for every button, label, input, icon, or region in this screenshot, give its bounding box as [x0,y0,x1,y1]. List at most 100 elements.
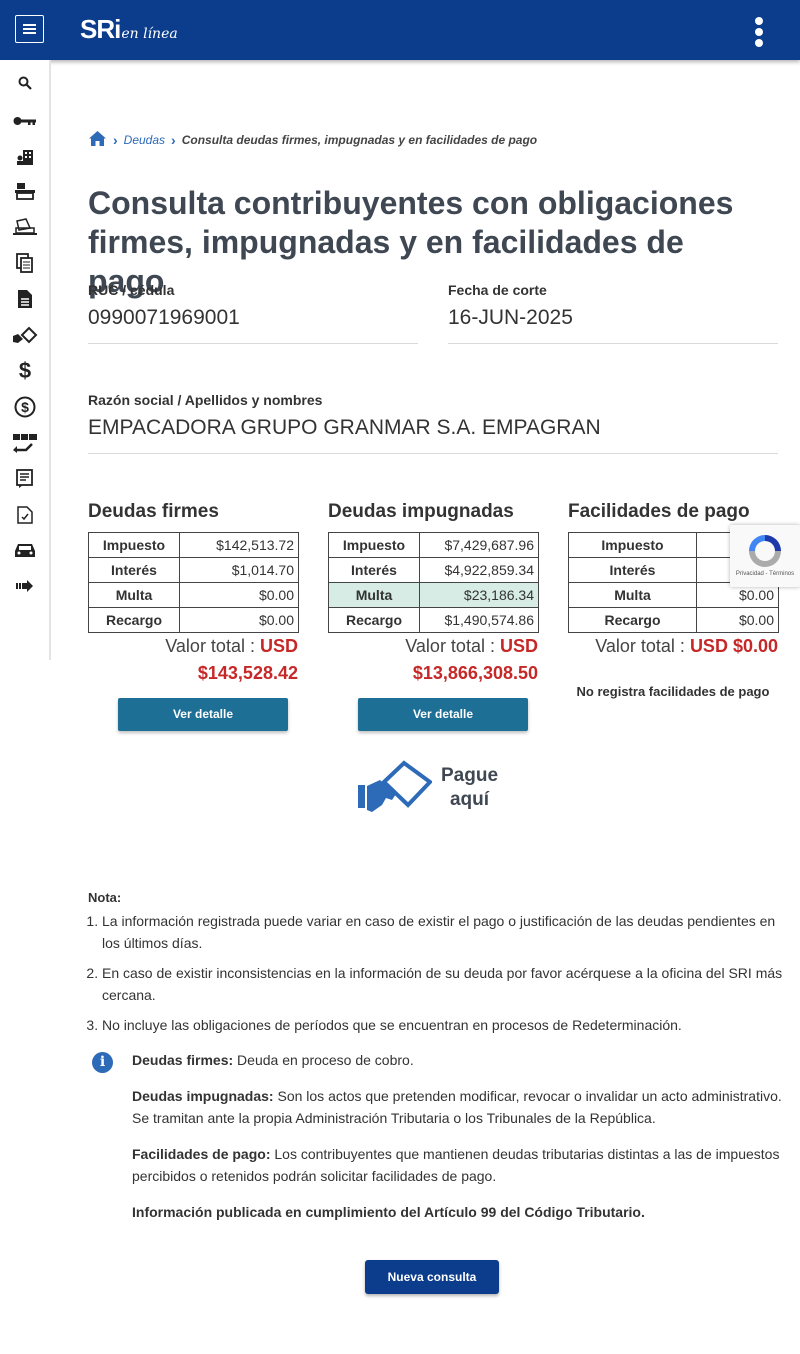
impugnadas-ver-detalle-button[interactable]: Ver detalle [358,698,528,731]
impuesto-label: Impuesto [328,532,420,558]
chevron-right-icon: › [113,132,118,148]
firmes-total-amount: $143,528.42 [197,663,298,683]
table-row: Impuesto $142,513.72 [88,532,299,558]
pague-aqui-text[interactable]: Pague aquí [441,764,498,812]
breadcrumb: › Deudas › Consulta deudas firmes, impug… [88,130,537,150]
logo-sub: en línea [121,26,178,42]
def-firmes: Deudas firmes: Deuda en proceso de cobro… [132,1049,797,1071]
firmes-multa: $0.00 [179,582,299,608]
table-row: Multa $23,186.34 [328,582,539,608]
usd-label: USD [259,636,298,656]
def-articulo: Información publicada en cumplimiento de… [132,1201,797,1223]
register-icon[interactable] [12,180,38,202]
dollar-icon[interactable]: $ [12,358,38,383]
firmes-ver-detalle-button[interactable]: Ver detalle [118,698,288,731]
table-row: Multa $0.00 [88,582,299,608]
def-facilidades-term: Facilidades de pago: [132,1146,271,1162]
razon-divider [88,453,778,454]
valor-total-label: Valor total : [405,636,495,656]
home-icon[interactable] [88,130,107,150]
firmes-title: Deudas firmes [88,501,219,522]
nueva-consulta-button[interactable]: Nueva consulta [365,1260,499,1294]
kebab-icon[interactable] [752,17,766,47]
recaptcha-icon [749,535,781,567]
table-row: Interés $4,922,859.34 [328,557,539,583]
svg-text:$: $ [21,399,29,415]
usd-label: USD [499,636,538,656]
valor-total-label: Valor total : [595,636,685,656]
interes-label: Interés [328,557,420,583]
impugnadas-table: Impuesto $7,429,687.96 Interés $4,922,859.… [328,532,539,633]
impugnadas-recargo: $1,490,574.86 [419,607,539,633]
payment-icon[interactable] [12,325,38,347]
breadcrumb-current: Consulta deudas firmes, impugnadas y en … [181,133,538,147]
hamburger-icon[interactable] [15,15,44,43]
top-bar: SRien línea [0,0,800,60]
logo-main: SRi [80,14,121,44]
transfer-icon[interactable] [12,432,38,454]
multa-label: Multa [88,582,180,608]
sri-logo[interactable]: SRien línea [80,14,178,45]
key-icon[interactable] [12,110,38,132]
car-icon[interactable] [12,539,38,561]
nota-title: Nota: [88,890,122,905]
pague-aqui-link[interactable]: Pague aquí [356,760,516,820]
recaptcha-links[interactable]: Privacidad - Términos [730,571,800,577]
facilidades-total-amount: USD $0.00 [689,636,778,656]
fecha-label: Fecha de corte [448,282,547,298]
razon-value: EMPACADORA GRUPO GRANMAR S.A. EMPAGRAN [88,416,601,439]
def-articulo-text: Información publicada en cumplimiento de… [132,1204,645,1220]
list-item: En caso de existir inconsistencias en la… [102,962,788,1006]
multa-label: Multa [568,582,697,608]
form-icon[interactable] [12,468,38,490]
firmes-recargo: $0.00 [179,607,299,633]
building-icon[interactable] [12,146,38,168]
facilidades-total: Valor total : USD $0.00 [568,633,778,660]
interes-label: Interés [568,557,697,583]
hand-card-icon [358,760,432,812]
impugnadas-total: Valor total : USD $13,866,308.50 [328,633,538,687]
interes-label: Interés [88,557,180,583]
definitions: Deudas firmes: Deuda en proceso de cobro… [132,1049,797,1237]
fecha-divider [448,343,778,344]
firmes-table: Impuesto $142,513.72 Interés $1,014.70 Mul… [88,532,299,633]
search-icon[interactable] [12,72,38,94]
recaptcha-badge[interactable]: Privacidad - Términos [730,525,800,587]
ruc-label: RUC / cédula [88,282,175,298]
table-row: Interés $1,014.70 [88,557,299,583]
checklist-icon[interactable] [12,504,38,526]
impugnadas-impuesto: $7,429,687.96 [419,532,539,558]
pague-line1: Pague [441,765,499,786]
firmes-total: Valor total : USD $143,528.42 [88,633,298,687]
dollar-circle-icon[interactable]: $ [12,396,38,418]
ruc-value: 0990071969001 [88,306,240,329]
table-row: Impuesto $7,429,687.96 [328,532,539,558]
table-row: Recargo $0.00 [568,607,779,633]
facilidades-recargo: $0.00 [696,607,779,633]
def-impugnadas: Deudas impugnadas: Son los actos que pre… [132,1085,797,1129]
razon-label: Razón social / Apellidos y nombres [88,392,323,408]
ruc-divider [88,343,418,344]
page-title: Consulta contribuyentes con obligaciones… [88,185,734,299]
nota-section: Nota: La información registrada puede va… [88,890,788,1044]
impuesto-label: Impuesto [88,532,180,558]
no-facilidades-text: No registra facilidades de pago [576,684,770,699]
laptop-icon[interactable] [12,216,38,238]
file-icon[interactable] [12,288,38,310]
multa-label: Multa [328,582,420,608]
fecha-value: 16-JUN-2025 [448,306,573,329]
impugnadas-multa: $23,186.34 [419,582,539,608]
def-impugnadas-term: Deudas impugnadas: [132,1088,274,1104]
facilidades-title: Facilidades de pago [568,501,750,522]
sidebar: $ $ [0,60,51,660]
info-icon: i [92,1052,113,1073]
breadcrumb-deudas[interactable]: Deudas [124,133,165,147]
list-item: La información registrada puede variar e… [102,910,788,954]
documents-icon[interactable] [12,252,38,274]
list-item: No incluye las obligaciones de períodos … [102,1014,788,1036]
arrow-right-icon[interactable] [12,575,38,597]
valor-total-label: Valor total : [165,636,255,656]
firmes-impuesto: $142,513.72 [179,532,299,558]
pague-line2: aquí [449,789,490,810]
firmes-interes: $1,014.70 [179,557,299,583]
